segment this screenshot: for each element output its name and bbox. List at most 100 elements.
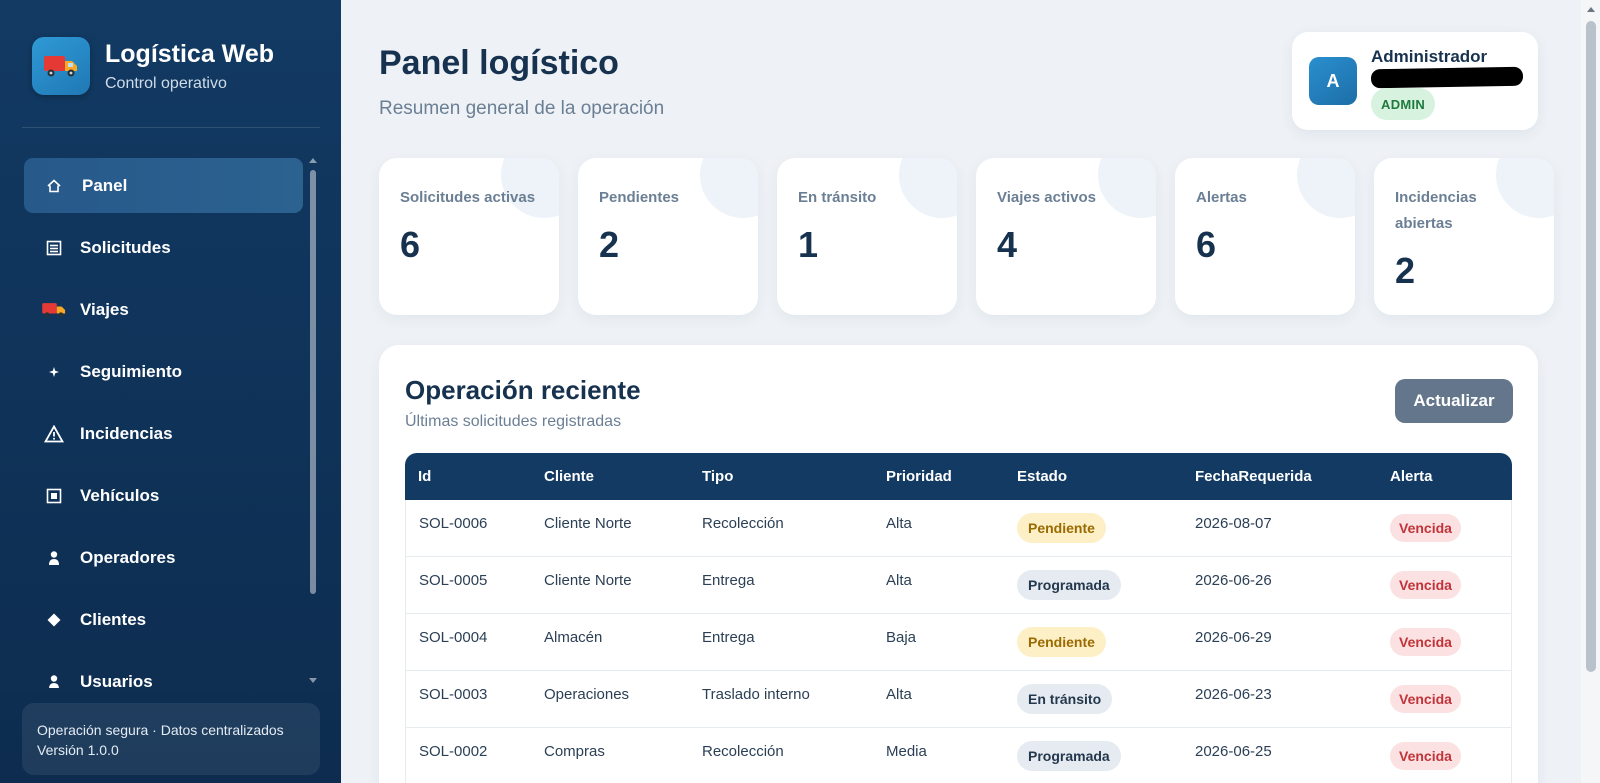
requests-table: Id Cliente Tipo Prioridad Estado FechaRe… <box>405 453 1512 783</box>
stat-card-incidencias-abiertas: Incidencias abiertas 2 <box>1374 158 1554 315</box>
sidebar-item-label: Vehículos <box>80 485 160 505</box>
cell-fecha: 2026-06-26 <box>1182 557 1377 614</box>
user-card[interactable]: A Administrador ADMIN <box>1292 32 1538 130</box>
sidebar-item-solicitudes[interactable]: Solicitudes <box>24 220 303 275</box>
cell-cliente: Compras <box>531 728 689 783</box>
sidebar-item-operadores[interactable]: Operadores <box>24 530 303 585</box>
stat-card-en-transito: En tránsito 1 <box>777 158 957 315</box>
home-icon <box>39 178 69 194</box>
stat-card-viajes-activos: Viajes activos 4 <box>976 158 1156 315</box>
table-header-row: Id Cliente Tipo Prioridad Estado FechaRe… <box>405 453 1512 500</box>
cell-prioridad: Media <box>873 728 1004 783</box>
stat-card-alertas: Alertas 6 <box>1175 158 1355 315</box>
refresh-button[interactable]: Actualizar <box>1395 379 1513 423</box>
page-scroll-thumb[interactable] <box>1586 21 1596 672</box>
sidebar-scrollbar[interactable] <box>309 158 317 688</box>
status-badge: Programada <box>1017 570 1121 600</box>
stat-value: 1 <box>798 224 819 265</box>
scroll-up-icon[interactable] <box>309 158 317 163</box>
sidebar-item-seguimiento[interactable]: Seguimiento <box>24 344 303 399</box>
cell-prioridad: Alta <box>873 557 1004 614</box>
footer-text: Operación segura · Datos centralizados <box>37 722 284 738</box>
cell-tipo: Entrega <box>689 614 873 671</box>
person-icon <box>39 674 69 688</box>
sidebar-item-incidencias[interactable]: Incidencias <box>24 406 303 461</box>
sidebar-item-vehiculos[interactable]: Vehículos <box>24 468 303 523</box>
column-header-prioridad[interactable]: Prioridad <box>873 453 1004 500</box>
cell-text: Alta <box>886 685 912 703</box>
avatar: A <box>1309 57 1357 105</box>
cell-alerta: Vencida <box>1377 614 1512 671</box>
version-text: Versión 1.0.0 <box>37 742 119 758</box>
cell-text: SOL-0004 <box>419 628 488 646</box>
sidebar-item-label: Incidencias <box>80 423 173 443</box>
cell-text: Compras <box>544 742 605 760</box>
stat-value: 2 <box>1395 250 1416 291</box>
table-row[interactable]: SOL-0003 Operaciones Traslado interno Al… <box>405 671 1512 728</box>
status-badge: Pendiente <box>1017 627 1106 657</box>
cell-text: SOL-0002 <box>419 742 488 760</box>
stat-label: Alertas <box>1196 189 1247 206</box>
sidebar-item-panel[interactable]: Panel <box>24 158 303 213</box>
status-badge: Programada <box>1017 741 1121 771</box>
stat-value: 6 <box>1196 224 1217 265</box>
cell-text: SOL-0005 <box>419 571 488 589</box>
alert-badge: Vencida <box>1390 742 1461 770</box>
diamond-icon <box>39 612 69 628</box>
stat-label: En tránsito <box>798 189 877 206</box>
stat-value: 4 <box>997 224 1018 265</box>
cell-text: 2026-06-26 <box>1195 571 1272 589</box>
cell-alerta: Vencida <box>1377 671 1512 728</box>
cell-text: Cliente Norte <box>544 571 632 589</box>
list-icon <box>39 240 69 256</box>
column-header-estado[interactable]: Estado <box>1004 453 1182 500</box>
table-row[interactable]: SOL-0006 Cliente Norte Recolección Alta … <box>405 500 1512 557</box>
sidebar-item-label: Operadores <box>80 547 176 567</box>
column-header-alerta[interactable]: Alerta <box>1377 453 1512 500</box>
scroll-down-icon[interactable] <box>309 678 317 683</box>
sidebar-scroll-thumb[interactable] <box>310 170 316 594</box>
cell-text: Entrega <box>702 628 755 646</box>
cell-text: SOL-0003 <box>419 685 488 703</box>
brand[interactable]: Logística Web Control operativo <box>32 37 274 95</box>
cell-text: Alta <box>886 571 912 589</box>
table-row[interactable]: SOL-0002 Compras Recolección Media Progr… <box>405 728 1512 783</box>
sidebar-item-label: Viajes <box>80 299 129 319</box>
cell-fecha: 2026-08-07 <box>1182 500 1377 557</box>
cell-prioridad: Alta <box>873 671 1004 728</box>
cell-tipo: Recolección <box>689 728 873 783</box>
cell-text: 2026-06-29 <box>1195 628 1272 646</box>
sidebar: Logística Web Control operativo Panel So… <box>0 0 341 783</box>
stat-value: 6 <box>400 224 421 265</box>
cell-estado: Pendiente <box>1004 500 1182 557</box>
cell-cliente: Cliente Norte <box>531 557 689 614</box>
stat-label: Solicitudes activas <box>400 189 536 206</box>
scroll-up-icon[interactable] <box>1587 7 1595 12</box>
column-header-cliente[interactable]: Cliente <box>531 453 689 500</box>
sidebar-footer: Operación segura · Datos centralizados V… <box>22 703 320 775</box>
cell-id: SOL-0003 <box>405 671 531 728</box>
panel-subtitle: Últimas solicitudes registradas <box>405 413 622 430</box>
divider <box>22 127 320 128</box>
column-header-tipo[interactable]: Tipo <box>689 453 873 500</box>
table-row[interactable]: SOL-0004 Almacén Entrega Baja Pendiente … <box>405 614 1512 671</box>
column-header-id[interactable]: Id <box>405 453 531 500</box>
cell-estado: Programada <box>1004 557 1182 614</box>
sidebar-item-viajes[interactable]: Viajes <box>24 282 303 337</box>
role-badge: ADMIN <box>1371 88 1436 120</box>
cell-estado: Pendiente <box>1004 614 1182 671</box>
cell-text: Baja <box>886 628 917 646</box>
page-title: Panel logístico <box>379 44 619 82</box>
cell-text: Operaciones <box>544 685 630 703</box>
table-row[interactable]: SOL-0005 Cliente Norte Entrega Alta Prog… <box>405 557 1512 614</box>
sidebar-item-clientes[interactable]: Clientes <box>24 592 303 647</box>
sidebar-item-usuarios[interactable]: Usuarios <box>24 654 303 688</box>
sidebar-item-label: Usuarios <box>80 671 153 689</box>
sidebar-item-label: Solicitudes <box>80 237 171 257</box>
cell-text: Recolección <box>702 742 784 760</box>
page-scrollbar[interactable] <box>1581 0 1600 783</box>
sidebar-nav: Panel Solicitudes Viajes Seguimiento Inc… <box>24 158 303 688</box>
page-subtitle: Resumen general de la operación <box>379 98 665 119</box>
main-content: Panel logístico Resumen general de la op… <box>341 0 1581 783</box>
column-header-fecha[interactable]: FechaRequerida <box>1182 453 1377 500</box>
